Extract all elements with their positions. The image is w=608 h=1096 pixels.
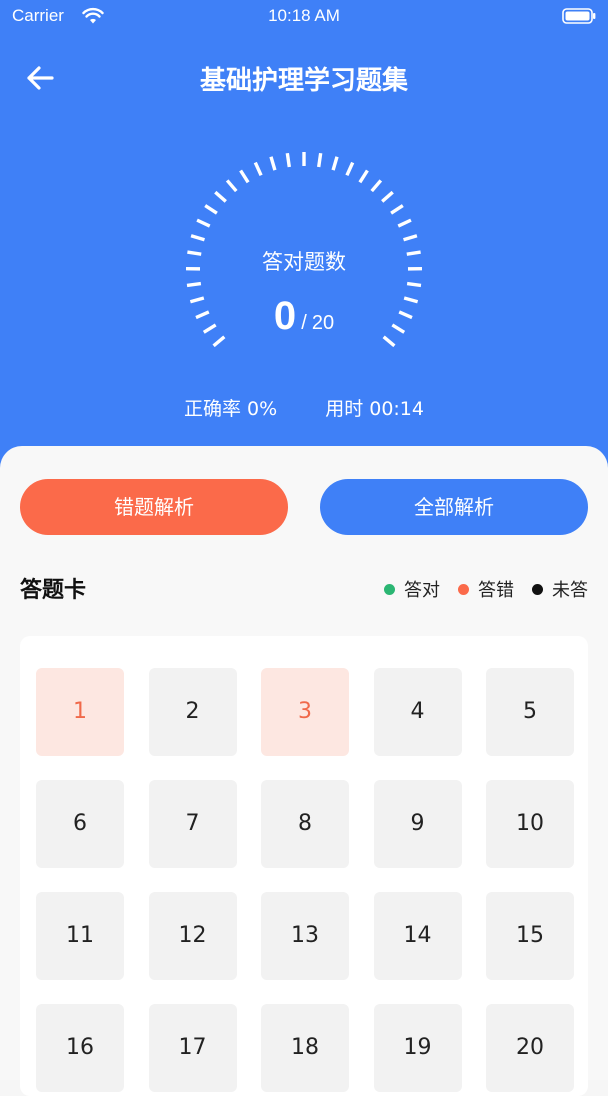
question-cell[interactable]: 5: [486, 668, 574, 756]
gauge-label: 答对题数: [0, 246, 608, 276]
gauge-tick: [187, 284, 201, 286]
wrong-analysis-button[interactable]: 错题解析: [20, 479, 288, 535]
answer-sheet: 错题解析 全部解析 答题卡 答对答错未答 1234567891011121314…: [0, 446, 608, 1080]
legend-label: 未答: [552, 576, 588, 602]
gauge-tick: [398, 220, 411, 226]
gauge-tick: [407, 284, 421, 286]
question-cell[interactable]: 3: [261, 668, 349, 756]
legend-item: 答对: [384, 576, 440, 602]
gauge-tick: [333, 157, 337, 170]
gauge-tick: [360, 170, 368, 182]
gauge-tick: [372, 180, 381, 191]
question-cell[interactable]: 2: [149, 668, 237, 756]
question-cell[interactable]: 9: [374, 780, 462, 868]
legend-dot-icon: [384, 584, 395, 595]
gauge-tick: [319, 153, 321, 167]
legend-item: 未答: [532, 576, 588, 602]
accuracy-label: 正确率 0%: [184, 398, 277, 420]
question-cell[interactable]: 19: [374, 1004, 462, 1092]
gauge-tick: [215, 192, 226, 201]
legend-dot-icon: [458, 584, 469, 595]
question-cell[interactable]: 12: [149, 892, 237, 980]
score-display: 0 / 20: [0, 294, 608, 339]
gauge-tick: [271, 157, 275, 170]
question-cell[interactable]: 8: [261, 780, 349, 868]
gauge-tick: [404, 236, 417, 240]
gauge-tick: [191, 236, 204, 240]
gauge-tick: [391, 206, 403, 214]
question-cell[interactable]: 18: [261, 1004, 349, 1092]
clock: 10:18 AM: [0, 6, 608, 26]
question-cell[interactable]: 11: [36, 892, 124, 980]
question-cell[interactable]: 6: [36, 780, 124, 868]
status-bar: Carrier 10:18 AM: [0, 0, 608, 34]
question-cell[interactable]: 4: [374, 668, 462, 756]
gauge-tick: [287, 153, 289, 167]
page-title: 基础护理学习题集: [0, 60, 608, 97]
gauge-tick: [205, 206, 217, 214]
answer-legend: 答对 答错 未答: [366, 576, 588, 602]
gauge-tick: [255, 163, 261, 176]
question-cell[interactable]: 16: [36, 1004, 124, 1092]
legend-label: 答错: [478, 576, 514, 602]
legend-dot-icon: [532, 584, 543, 595]
battery-icon: [562, 8, 596, 24]
score-separator: /: [301, 312, 307, 334]
result-stats: 正确率 0% 用时 00:14: [0, 394, 608, 421]
all-analysis-button[interactable]: 全部解析: [320, 479, 588, 535]
gauge-tick: [227, 180, 236, 191]
gauge-tick: [197, 220, 210, 226]
gauge-tick: [382, 192, 393, 201]
question-cell[interactable]: 7: [149, 780, 237, 868]
correct-count: 0: [274, 294, 296, 338]
time-used-label: 用时 00:14: [325, 398, 424, 420]
question-cell[interactable]: 13: [261, 892, 349, 980]
answer-card-title: 答题卡: [20, 572, 86, 604]
total-count: 20: [312, 312, 334, 334]
legend-label: 答对: [404, 576, 440, 602]
legend-item: 答错: [458, 576, 514, 602]
question-cell[interactable]: 15: [486, 892, 574, 980]
gauge-tick: [241, 170, 249, 182]
gauge-tick: [347, 163, 353, 176]
question-cell[interactable]: 17: [149, 1004, 237, 1092]
question-cell[interactable]: 10: [486, 780, 574, 868]
question-cell[interactable]: 14: [374, 892, 462, 980]
result-header: Carrier 10:18 AM 基础护理学习题集 答对题数 0 / 20 正确…: [0, 0, 608, 480]
question-grid: 1234567891011121314151617181920: [20, 636, 588, 1096]
question-cell[interactable]: 20: [486, 1004, 574, 1092]
question-cell[interactable]: 1: [36, 668, 124, 756]
